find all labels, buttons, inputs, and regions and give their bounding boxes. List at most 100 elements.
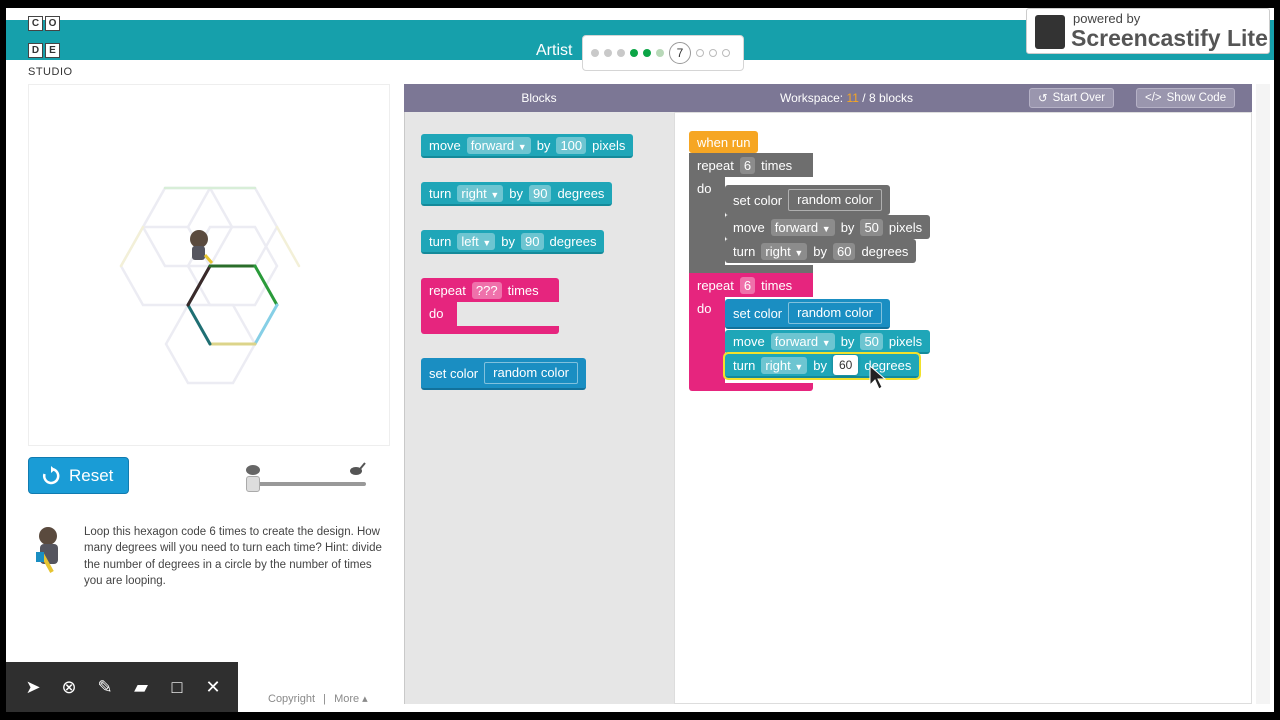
speed-slider[interactable] <box>244 462 368 492</box>
pixels-field[interactable]: 100 <box>556 136 587 154</box>
color-value[interactable]: random color <box>484 362 579 384</box>
workspace-title-prefix: Workspace: <box>780 91 844 105</box>
workspace-title: Workspace: 11 / 8 blocks <box>780 91 913 105</box>
chevron-down-icon: ▼ <box>794 247 804 258</box>
annotation-toolbar: ➤ ⊗ ✎ ▰ □ ✕ <box>6 662 238 712</box>
direction-dropdown[interactable]: right ▼ <box>761 242 808 260</box>
block-text: set color <box>429 365 479 381</box>
scrollbar[interactable] <box>1256 84 1270 704</box>
turn-left-block[interactable]: turn left ▼ by 90 degrees <box>421 230 605 254</box>
direction-dropdown[interactable]: forward ▼ <box>770 332 835 350</box>
repeat-count-field[interactable]: 6 <box>739 156 756 174</box>
footer-links: Copyright | More ▴ <box>268 692 368 705</box>
turn-right-block[interactable]: turn right ▼ by 90 degrees <box>421 182 613 206</box>
rectangle-icon[interactable]: □ <box>168 677 186 698</box>
move-block[interactable]: move forward ▼ by 50 pixels <box>725 330 931 354</box>
turn-block[interactable]: turn right ▼ by 60 degrees <box>725 239 917 263</box>
code-icon: </> <box>1145 92 1162 104</box>
start-over-button[interactable]: ↺ Start Over <box>1029 88 1115 108</box>
rabbit-icon <box>350 462 366 475</box>
block-text: times <box>507 282 539 298</box>
show-code-button[interactable]: </> Show Code <box>1136 88 1236 108</box>
do-label: do <box>689 297 725 383</box>
block-text: repeat <box>429 282 466 298</box>
hexagon-drawing <box>119 186 301 385</box>
color-value[interactable]: random color <box>788 302 883 324</box>
block-text: by <box>840 219 855 235</box>
mouse-cursor-icon <box>869 365 887 390</box>
undo-icon: ↺ <box>1038 93 1048 105</box>
highlighter-icon[interactable]: ▰ <box>132 677 150 698</box>
repeat-block[interactable]: repeat ??? times do <box>421 278 559 334</box>
level-dot[interactable] <box>643 49 651 57</box>
when-run-block[interactable]: when run <box>689 131 759 153</box>
move-block[interactable]: move forward ▼ by 100 pixels <box>421 134 634 158</box>
direction-dropdown[interactable]: right ▼ <box>457 184 504 202</box>
chevron-down-icon: ▼ <box>794 361 804 372</box>
pixels-field[interactable]: 50 <box>860 332 883 350</box>
level-dot[interactable] <box>617 49 625 57</box>
reset-button[interactable]: Reset <box>28 457 129 494</box>
block-text: by <box>840 333 855 349</box>
logo-letter: O <box>45 16 60 31</box>
artist-avatar <box>36 527 58 573</box>
level-dot[interactable] <box>604 49 612 57</box>
pen-icon[interactable]: ✎ <box>96 677 114 698</box>
block-text: move <box>733 219 765 235</box>
repeat-count-field[interactable]: ??? <box>471 281 502 299</box>
artist-canvas <box>28 84 390 446</box>
level-progress: 7 <box>582 35 744 71</box>
set-color-block[interactable]: set color random color <box>421 358 587 390</box>
level-dot[interactable] <box>630 49 638 57</box>
direction-dropdown[interactable]: forward ▼ <box>770 218 835 236</box>
more-link[interactable]: More ▴ <box>334 693 368 705</box>
block-text: by <box>536 137 551 153</box>
level-dot[interactable] <box>722 49 730 57</box>
do-label: do <box>421 302 457 326</box>
level-dot[interactable] <box>709 49 717 57</box>
toolbox-header: Blocks <box>404 84 674 112</box>
degrees-input[interactable]: 60 <box>832 355 859 375</box>
degrees-field[interactable]: 90 <box>521 232 544 250</box>
cursor-icon[interactable]: ➤ <box>24 677 42 698</box>
direction-dropdown[interactable]: forward ▼ <box>466 136 531 154</box>
close-icon[interactable]: ✕ <box>204 677 222 698</box>
block-text: by <box>501 233 516 249</box>
level-dot[interactable] <box>591 49 599 57</box>
code-studio-logo[interactable]: C O D E <box>28 16 78 68</box>
block-text: by <box>509 185 523 201</box>
level-dot[interactable] <box>696 49 704 57</box>
move-block[interactable]: move forward ▼ by 50 pixels <box>725 215 931 239</box>
set-color-block[interactable]: set color random color <box>725 185 891 215</box>
block-text: degrees <box>557 185 605 201</box>
slider-thumb[interactable] <box>246 476 260 492</box>
block-text: turn <box>429 233 452 249</box>
block-text: pixels <box>888 333 923 349</box>
logo-subtitle: STUDIO <box>28 66 73 78</box>
copyright-link[interactable]: Copyright <box>268 693 315 705</box>
block-text: times <box>761 277 793 293</box>
watermark-big: Screencastify Lite <box>1071 25 1268 51</box>
level-dot[interactable] <box>656 49 664 57</box>
repeat-count-field[interactable]: 6 <box>739 276 756 294</box>
slider-track[interactable] <box>252 482 366 486</box>
pixels-field[interactable]: 50 <box>860 218 883 236</box>
block-text: times <box>761 157 793 173</box>
direction-dropdown[interactable]: left ▼ <box>457 232 496 250</box>
workspace-header: Workspace: 11 / 8 blocks ↺ Start Over </… <box>674 84 1252 112</box>
block-text: turn <box>429 185 452 201</box>
direction-dropdown[interactable]: right ▼ <box>761 356 808 374</box>
show-code-label: Show Code <box>1166 92 1227 104</box>
set-color-block[interactable]: set color random color <box>725 299 891 329</box>
cancel-circle-icon[interactable]: ⊗ <box>60 677 78 698</box>
turn-block-selected[interactable]: turn right ▼ by 60 degrees <box>722 352 922 380</box>
block-text: move <box>429 137 461 153</box>
toolbox-panel: move forward ▼ by 100 pixels turn right … <box>404 112 674 704</box>
color-value[interactable]: random color <box>788 189 883 211</box>
degrees-field[interactable]: 60 <box>832 242 856 260</box>
current-level-badge[interactable]: 7 <box>669 42 691 64</box>
block-text: move <box>733 333 765 349</box>
block-text: pixels <box>592 137 626 153</box>
watermark-small: powered by <box>1073 11 1141 26</box>
degrees-field[interactable]: 90 <box>528 184 552 202</box>
